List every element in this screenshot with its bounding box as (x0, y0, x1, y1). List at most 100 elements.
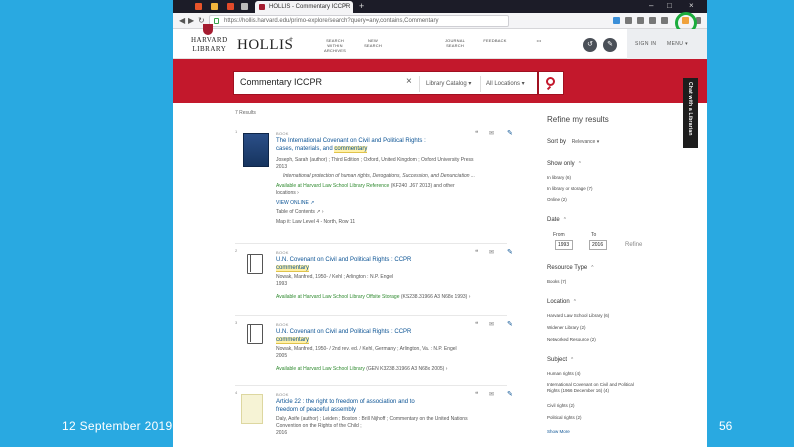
library-icon[interactable] (625, 17, 632, 24)
date-to-label: To (591, 232, 597, 238)
pin-button[interactable]: ✎ (603, 38, 617, 52)
facet-item[interactable]: Harvard Law School Library (6) (547, 313, 609, 318)
minimize-button[interactable]: – (649, 1, 653, 10)
forward-icon[interactable]: ▶ (188, 16, 194, 25)
show-more-link[interactable]: Show More (547, 429, 570, 434)
record-title[interactable]: Article 22 : the right to freedom of ass… (276, 398, 476, 414)
facet-item[interactable]: Political rights (2) (547, 415, 582, 420)
search-input[interactable] (240, 77, 400, 87)
availability[interactable]: Available at Harvard Law School Library … (276, 294, 506, 301)
facet-item[interactable]: Books (7) (547, 279, 566, 284)
facet-item[interactable]: Rights (1966 December 16) (4) (547, 388, 609, 393)
facet-item[interactable]: Online (2) (547, 197, 567, 202)
facet-location[interactable]: Location ⌃ (547, 299, 577, 305)
book-icon[interactable] (247, 254, 263, 274)
record-author: Nowak, Manfred, 1950- / 2nd rev. ed. / K… (276, 346, 457, 352)
facet-item[interactable]: Civil rights (2) (547, 403, 575, 408)
pin-record-icon[interactable]: ✎ (507, 390, 513, 398)
availability[interactable]: Available at Harvard Law School Library … (276, 366, 506, 373)
facet-show-only[interactable]: Show only ⌃ (547, 161, 582, 167)
record-author: Nowak, Manfred, 1950- / Kehl ; Arlington… (276, 274, 394, 280)
search-banner: × Library Catalog ▾ All Locations ▾ (173, 59, 707, 103)
pocket-icon[interactable] (649, 17, 656, 24)
nav-feedback[interactable]: FEEDBACK (475, 38, 515, 43)
result-record: 1 BOOK The International Covenant on Civ… (235, 129, 513, 226)
facet-subject[interactable]: Subject ⌃ (547, 357, 574, 363)
book-cover[interactable] (241, 394, 263, 424)
history-button[interactable]: ↺ (583, 38, 597, 52)
view-online-link[interactable]: VIEW ONLINE ↗ (276, 200, 506, 207)
tab-icon[interactable] (241, 3, 248, 10)
table-of-contents-link[interactable]: Table of Contents ↗ › (276, 209, 506, 216)
search-button[interactable] (538, 71, 564, 95)
slide-date: 12 September 2019 (62, 419, 173, 433)
pin-record-icon[interactable]: ✎ (507, 320, 513, 328)
url-bar[interactable]: https://hollis.harvard.edu/primo-explore… (209, 15, 509, 27)
facet-item[interactable]: Human rights (4) (547, 371, 581, 376)
result-record: 2 BOOK U.N. Covenant on Civil and Politi… (235, 243, 513, 309)
cite-icon[interactable]: ❝ (475, 130, 478, 137)
nav-new-search[interactable]: NEW SEARCH (353, 38, 393, 48)
shield-icon[interactable] (661, 17, 668, 24)
facet-item[interactable]: In library (6) (547, 175, 571, 180)
nav-journal-search[interactable]: JOURNAL SEARCH (435, 38, 475, 48)
record-title[interactable]: U.N. Covenant on Civil and Political Rig… (276, 256, 476, 272)
tab-icon[interactable] (211, 3, 218, 10)
book-icon[interactable] (247, 324, 263, 344)
site-header: HARVARD LIBRARY HOLLIS + SEARCH WITHIN ARC… (173, 29, 707, 59)
facet-item[interactable]: Widener Library (2) (547, 325, 586, 330)
close-tab-icon[interactable]: × (343, 2, 347, 9)
download-icon[interactable] (613, 17, 620, 24)
record-type: BOOK (276, 322, 289, 327)
harvard-library-logo[interactable]: HARVARD LIBRARY (191, 36, 228, 54)
scope-select-locations[interactable]: All Locations ▾ (486, 80, 525, 87)
nav-search-within-archives[interactable]: SEARCH WITHIN ARCHIVES (315, 38, 355, 53)
record-author: Daly, Aoife (author) ; Leiden ; Boston :… (276, 416, 468, 422)
date-to-input[interactable]: 2016 (589, 240, 607, 250)
maximize-button[interactable]: □ (667, 1, 672, 10)
email-icon[interactable]: ✉ (489, 130, 494, 137)
tab-icon[interactable] (227, 3, 234, 10)
pin-record-icon[interactable]: ✎ (507, 129, 513, 137)
map-it-link[interactable]: Map it: Law Level 4 - North, Row 11 (276, 219, 506, 226)
cite-icon[interactable]: ❝ (475, 249, 478, 256)
availability[interactable]: Available at Harvard Law School Library … (276, 183, 506, 190)
date-from-input[interactable]: 1993 (555, 240, 573, 250)
refine-button[interactable]: Refine (625, 242, 642, 248)
sidebar-icon[interactable] (637, 17, 644, 24)
facet-item[interactable]: In library or storage (7) (547, 186, 593, 191)
email-icon[interactable]: ✉ (489, 321, 494, 328)
nav-more[interactable]: ••• (519, 38, 559, 43)
new-tab-button[interactable]: + (359, 1, 364, 11)
search-icon (546, 77, 555, 86)
record-year: 2016 (276, 430, 288, 436)
email-icon[interactable]: ✉ (489, 249, 494, 256)
facet-item[interactable]: International Covenant on Civil and Poli… (547, 382, 634, 387)
facet-item[interactable]: Networked Resource (2) (547, 337, 596, 342)
pin-record-icon[interactable]: ✎ (507, 248, 513, 256)
harvard-shield-icon (203, 24, 213, 35)
record-type: BOOK (276, 131, 289, 136)
sign-in-button[interactable]: SIGN IN (635, 41, 656, 47)
record-title[interactable]: U.N. Covenant on Civil and Political Rig… (276, 328, 476, 344)
cite-icon[interactable]: ❝ (475, 391, 478, 398)
cite-icon[interactable]: ❝ (475, 321, 478, 328)
book-cover[interactable] (243, 133, 269, 167)
tab-hollis[interactable]: HOLLIS - Commentary ICCPR (255, 1, 353, 13)
facet-date[interactable]: Date ⌃ (547, 217, 567, 223)
tab-strip: HOLLIS - Commentary ICCPR × + – □ × (173, 0, 707, 13)
other-locations-link[interactable]: locations › (276, 190, 506, 197)
menu-button[interactable]: MENU ▾ (667, 41, 688, 47)
scope-select-catalog[interactable]: Library Catalog ▾ (426, 80, 471, 87)
tab-icon[interactable] (195, 3, 202, 10)
close-window-button[interactable]: × (689, 1, 694, 10)
record-title[interactable]: The International Covenant on Civil and … (276, 137, 476, 153)
facet-resource-type[interactable]: Resource Type ⌃ (547, 265, 594, 271)
sort-by[interactable]: Sort by Relevance ▾ (547, 139, 599, 145)
hollis-logo[interactable]: HOLLIS (237, 37, 293, 54)
url-text: https://hollis.harvard.edu/primo-explore… (224, 18, 439, 24)
email-icon[interactable]: ✉ (489, 391, 494, 398)
back-icon[interactable]: ◀ (179, 16, 185, 25)
clear-search-icon[interactable]: × (406, 76, 412, 87)
tab-title: HOLLIS - Commentary ICCPR (269, 4, 351, 10)
